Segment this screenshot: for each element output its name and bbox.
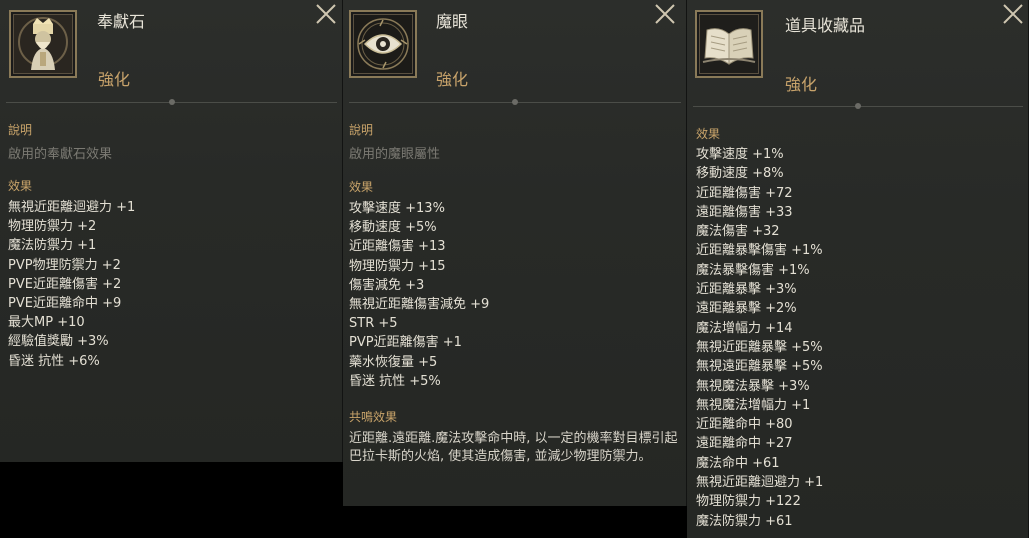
enhance-label: 強化 — [436, 70, 469, 89]
close-icon[interactable] — [314, 2, 338, 26]
effect-item: STR +5 — [349, 316, 398, 332]
effect-item: 無視近距離迴避力 +1 — [8, 200, 136, 215]
effect-item: 近距離傷害 +13 — [349, 239, 446, 255]
close-icon[interactable] — [1001, 2, 1025, 26]
effect-item: 近距離命中 +80 — [696, 417, 793, 433]
magic-eye-icon — [349, 10, 417, 78]
effects-list: 攻擊速度 +1% 移動速度 +8% 近距離傷害 +72 遠距離傷害 +33 魔法… — [696, 145, 823, 531]
effect-item: 無視近距離暴擊 +5% — [696, 339, 823, 355]
effects-list: 攻擊速度 +13% 移動速度 +5% 近距離傷害 +13 物理防禦力 +15 傷… — [349, 199, 489, 391]
effect-item: 魔法命中 +61 — [696, 455, 780, 471]
effect-item: 物理防禦力 +2 — [8, 219, 97, 235]
divider — [349, 99, 681, 105]
effect-item: 最大MP +10 — [8, 315, 85, 331]
effect-item: 攻擊速度 +1% — [696, 147, 784, 162]
item-title: 奉獻石 — [97, 12, 146, 31]
effect-item: 無視遠距離暴擊 +5% — [696, 359, 823, 375]
tooltip-panel-offering-stone: 奉獻石 強化 說明 啟用的奉獻石效果 效果 無視近距離迴避力 +1 物理防禦力 … — [0, 0, 343, 462]
effects-list: 無視近距離迴避力 +1 物理防禦力 +2 魔法防禦力 +1 PVP物理防禦力 +… — [8, 198, 135, 371]
item-title: 道具收藏品 — [785, 16, 866, 35]
effect-item: 物理防禦力 +122 — [696, 494, 801, 510]
divider — [6, 99, 337, 105]
open-book-icon — [695, 10, 763, 78]
effect-item: 近距離傷害 +72 — [696, 185, 793, 201]
description-text: 啟用的魔眼屬性 — [349, 147, 441, 162]
effect-item: PVP近距離傷害 +1 — [349, 335, 462, 351]
effect-item: 傷害減免 +3 — [349, 277, 425, 293]
effect-item: 魔法暴擊傷害 +1% — [696, 262, 810, 278]
effect-item: 無視近距離迴避力 +1 — [696, 475, 824, 491]
description-text: 啟用的奉獻石效果 — [8, 147, 113, 162]
effect-item: 無視魔法增幅力 +1 — [696, 397, 811, 413]
effect-item: 遠距離暴擊 +2% — [696, 301, 797, 317]
effect-item: 經驗值獎勵 +3% — [8, 334, 109, 350]
effect-item: 移動速度 +8% — [696, 166, 784, 182]
divider — [693, 103, 1023, 109]
effect-item: PVE近距離傷害 +2 — [8, 276, 122, 292]
effect-item: 近距離暴擊傷害 +1% — [696, 243, 823, 259]
tooltip-panel-item-collection: 道具收藏品 強化 效果 攻擊速度 +1% 移動速度 +8% 近距離傷害 +72 … — [687, 0, 1029, 538]
description-label: 說明 — [349, 123, 374, 137]
effect-item: PVP物理防禦力 +2 — [8, 257, 121, 273]
effect-item: 攻擊速度 +13% — [349, 201, 445, 216]
effect-item: 近距離暴擊 +3% — [696, 282, 797, 298]
close-icon[interactable] — [653, 2, 677, 26]
resonance-text: 近距離.遠距離.魔法攻擊命中時, 以一定的機率對目標引起巴拉卡斯的火焰, 使其造… — [349, 431, 678, 464]
enhance-label: 強化 — [785, 75, 818, 94]
effects-label: 效果 — [8, 179, 33, 193]
effect-item: 遠距離命中 +27 — [696, 436, 793, 452]
effect-item: 魔法防禦力 +1 — [8, 238, 97, 254]
effect-item: 物理防禦力 +15 — [349, 258, 446, 274]
effect-item: 魔法傷害 +32 — [696, 224, 780, 240]
effects-label: 效果 — [349, 180, 374, 194]
description-label: 說明 — [8, 123, 33, 137]
effect-item: 昏迷 抗性 +6% — [8, 353, 100, 369]
effects-label: 效果 — [696, 127, 721, 141]
effect-item: 藥水恢復量 +5 — [349, 354, 438, 370]
effect-item: 遠距離傷害 +33 — [696, 204, 793, 220]
item-title: 魔眼 — [436, 12, 469, 31]
effect-item: 移動速度 +5% — [349, 220, 437, 236]
effect-item: 魔法防禦力 +61 — [696, 513, 793, 529]
resonance-label: 共鳴效果 — [349, 410, 398, 424]
priest-portrait-icon — [9, 10, 77, 78]
effect-item: 無視近距離傷害減免 +9 — [349, 297, 490, 313]
effect-item: PVE近距離命中 +9 — [8, 296, 122, 312]
tooltip-panel-magic-eye: 魔眼 強化 說明 啟用的魔眼屬性 效果 攻擊速度 +13% 移動速度 +5% 近… — [343, 0, 687, 506]
enhance-label: 強化 — [98, 70, 131, 89]
effect-item: 昏迷 抗性 +5% — [349, 373, 441, 389]
effect-item: 無視魔法暴擊 +3% — [696, 378, 810, 394]
effect-item: 魔法增幅力 +14 — [696, 320, 793, 336]
